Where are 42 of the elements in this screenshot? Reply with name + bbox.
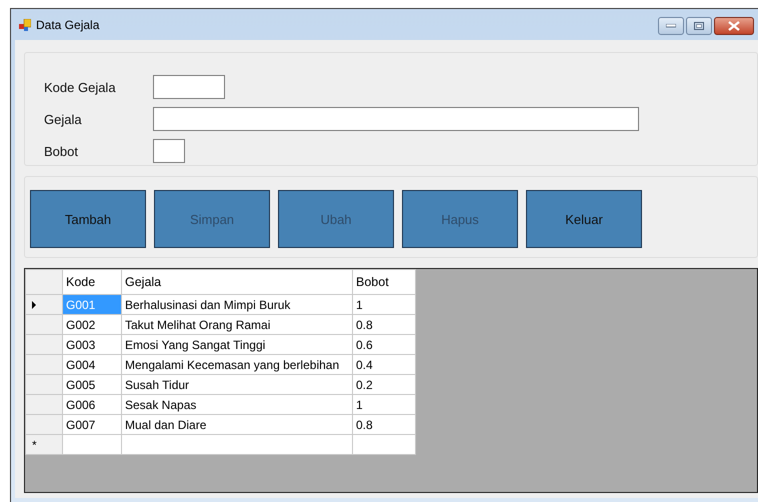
table-cell: Mual dan Diare bbox=[122, 414, 352, 434]
new-row-marker: * bbox=[26, 434, 62, 454]
table-cell: Mengalami Kecemasan yang berlebihan bbox=[122, 354, 352, 374]
table-cell: Emosi Yang Sangat Tinggi bbox=[122, 334, 352, 354]
table-cell: G007 bbox=[62, 414, 122, 434]
table-cell: Takut Melihat Orang Ramai bbox=[122, 314, 352, 334]
input-field[interactable] bbox=[153, 107, 639, 131]
column-header[interactable]: Kode bbox=[62, 270, 122, 294]
table-cell: 0.8 bbox=[352, 414, 416, 434]
table-cell: Sesak Napas bbox=[122, 394, 352, 414]
action-button[interactable]: Tambah bbox=[30, 190, 146, 248]
table-cell: 0.2 bbox=[352, 374, 416, 394]
table-cell: G001 bbox=[62, 294, 122, 314]
table-cell: G005 bbox=[62, 374, 122, 394]
column-header[interactable]: Bobot bbox=[352, 270, 416, 294]
input-field[interactable] bbox=[153, 75, 225, 99]
table-cell: 1 bbox=[352, 394, 416, 414]
close-button[interactable] bbox=[714, 17, 754, 35]
maximize-icon bbox=[694, 22, 704, 30]
minimize-button[interactable] bbox=[658, 17, 684, 35]
table-cell: G002 bbox=[62, 314, 122, 334]
table-cell: G004 bbox=[62, 354, 122, 374]
table-cell: 1 bbox=[352, 294, 416, 314]
table-cell: G003 bbox=[62, 334, 122, 354]
field-label: Kode Gejala bbox=[44, 80, 117, 94]
table-cell: Berhalusinasi dan Mimpi Buruk bbox=[122, 294, 352, 314]
maximize-button[interactable] bbox=[686, 17, 712, 35]
close-icon bbox=[728, 21, 740, 31]
input-field[interactable] bbox=[153, 139, 185, 163]
field-label: Bobot bbox=[44, 144, 79, 158]
table-cell: G006 bbox=[62, 394, 122, 414]
table-cell: 0.4 bbox=[352, 354, 416, 374]
table-cell: Susah Tidur bbox=[122, 374, 352, 394]
current-row-icon bbox=[32, 300, 36, 308]
action-button[interactable]: Keluar bbox=[526, 190, 642, 248]
table-cell: 0.6 bbox=[352, 334, 416, 354]
app-icon bbox=[19, 18, 31, 30]
table-cell: 0.8 bbox=[352, 314, 416, 334]
window-title: Data Gejala bbox=[36, 18, 100, 32]
minimize-icon bbox=[666, 24, 676, 28]
column-header[interactable]: Gejala bbox=[122, 270, 352, 294]
field-label: Gejala bbox=[44, 112, 83, 126]
